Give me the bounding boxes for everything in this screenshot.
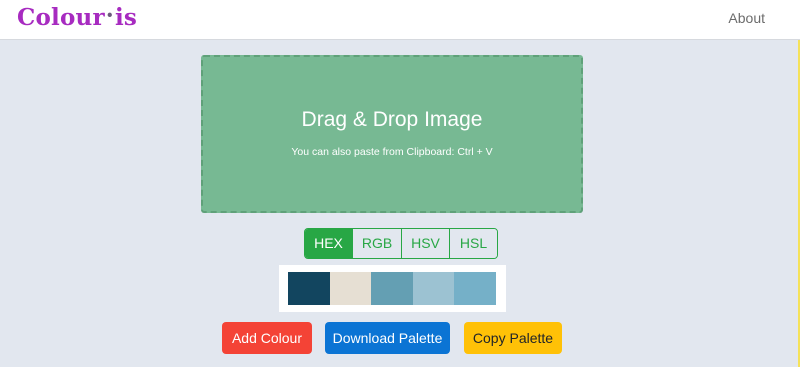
brand-text-right: is <box>114 4 138 31</box>
download-palette-button[interactable]: Download Palette <box>325 322 450 354</box>
dropzone-subtitle: You can also paste from Clipboard: Ctrl … <box>291 146 493 158</box>
format-hsl-button[interactable]: HSL <box>450 229 497 258</box>
add-colour-button[interactable]: Add Colour <box>222 322 312 354</box>
format-hsv-button[interactable]: HSV <box>402 229 450 258</box>
palette-swatches <box>279 265 506 312</box>
color-swatch[interactable] <box>371 272 413 305</box>
format-hex-button[interactable]: HEX <box>305 229 353 258</box>
format-rgb-button[interactable]: RGB <box>353 229 402 258</box>
brand-dot: · <box>105 2 114 29</box>
color-swatch[interactable] <box>454 272 496 305</box>
brand-text-left: Colour <box>17 4 105 31</box>
navbar: Colour·is About <box>0 0 800 40</box>
color-swatch[interactable] <box>412 272 455 305</box>
copy-palette-button[interactable]: Copy Palette <box>464 322 562 354</box>
dropzone-title: Drag & Drop Image <box>301 108 483 131</box>
about-link[interactable]: About <box>728 10 765 26</box>
color-swatch[interactable] <box>329 272 372 305</box>
image-dropzone[interactable]: Drag & Drop Image You can also paste fro… <box>201 55 583 213</box>
color-swatch[interactable] <box>288 272 330 305</box>
format-toggle-group: HEX RGB HSV HSL <box>304 228 498 259</box>
brand-logo[interactable]: Colour·is <box>17 2 138 31</box>
